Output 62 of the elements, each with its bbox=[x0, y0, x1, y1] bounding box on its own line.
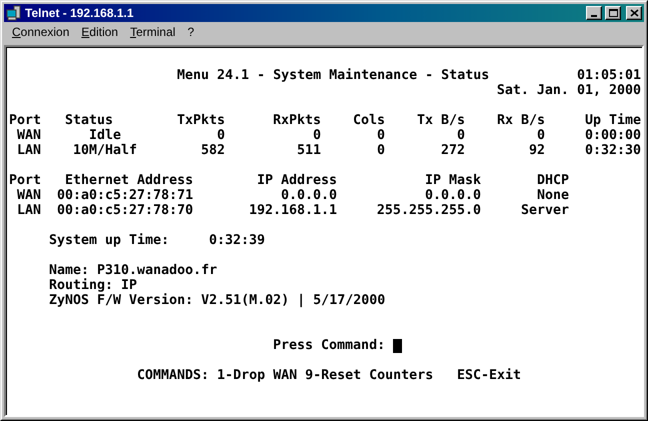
info-line: ZyNOS F/W Version: V2.51(M.02) | 5/17/2000 bbox=[49, 293, 386, 308]
text-cursor bbox=[393, 338, 402, 352]
table-cell: 0 bbox=[536, 128, 545, 143]
date-text: Sat. Jan. 01, 2000 bbox=[496, 83, 641, 98]
table-cell: 0.0.0.0 bbox=[280, 188, 337, 203]
column-header: Tx B/s bbox=[416, 113, 465, 128]
uptime-value: 0:32:39 bbox=[209, 233, 266, 248]
table-cell: 10M/Half bbox=[72, 143, 138, 158]
table-cell: Server bbox=[520, 203, 569, 218]
table-cell: 0:32:30 bbox=[584, 143, 641, 158]
table-cell: 255.255.255.0 bbox=[376, 203, 481, 218]
table-cell: 511 bbox=[296, 143, 321, 158]
table-cell: LAN bbox=[17, 143, 42, 158]
table-cell: 0 bbox=[376, 143, 385, 158]
table-cell: 0 bbox=[312, 128, 321, 143]
table-cell: Idle bbox=[88, 128, 122, 143]
column-header: TxPkts bbox=[176, 113, 225, 128]
column-header: Port bbox=[9, 113, 42, 128]
command-hint: COMMANDS: 1-Drop WAN 9-Reset Counters bbox=[137, 368, 434, 383]
table-cell: WAN bbox=[17, 128, 42, 143]
table-cell: 0 bbox=[456, 128, 465, 143]
table-cell: None bbox=[536, 188, 569, 203]
table-cell: 00:a0:c5:27:78:70 bbox=[57, 203, 194, 218]
computer-icon bbox=[6, 5, 22, 21]
column-header: Status bbox=[65, 113, 114, 128]
command-hint: ESC-Exit bbox=[457, 368, 522, 383]
menu-heading: Menu 24.1 - System Maintenance - Status bbox=[177, 68, 490, 83]
window-title: Telnet - 192.168.1.1 bbox=[25, 6, 135, 20]
uptime-label: System up Time: bbox=[49, 233, 170, 248]
clock-time: 01:05:01 bbox=[576, 68, 641, 83]
menu-item[interactable]: Connexion bbox=[6, 24, 76, 40]
menu-item[interactable]: Edition bbox=[75, 24, 124, 40]
info-line: Routing: IP bbox=[49, 278, 138, 293]
menu-item[interactable]: Terminal bbox=[124, 24, 182, 40]
info-line: Name: P310.wanadoo.fr bbox=[49, 263, 218, 278]
column-header: RxPkts bbox=[272, 113, 321, 128]
column-header: Port bbox=[9, 173, 42, 188]
column-header: IP Mask bbox=[424, 173, 481, 188]
column-header: Cols bbox=[352, 113, 385, 128]
column-header: Rx B/s bbox=[496, 113, 545, 128]
column-header: IP Address bbox=[256, 173, 337, 188]
column-header: Up Time bbox=[584, 113, 641, 128]
table-cell: 582 bbox=[200, 143, 225, 158]
table-cell: LAN bbox=[17, 203, 42, 218]
table-cell: 192.168.1.1 bbox=[248, 203, 337, 218]
table-cell: 0 bbox=[216, 128, 225, 143]
table-cell: 0:00:00 bbox=[584, 128, 641, 143]
close-icon bbox=[630, 9, 638, 17]
table-cell: 00:a0:c5:27:78:71 bbox=[57, 188, 194, 203]
table-cell: 0.0.0.0 bbox=[424, 188, 481, 203]
table-cell: WAN bbox=[17, 188, 42, 203]
table-cell: 272 bbox=[440, 143, 465, 158]
maximize-button[interactable] bbox=[605, 6, 621, 20]
column-header: DHCP bbox=[536, 173, 569, 188]
close-button[interactable] bbox=[626, 6, 642, 20]
column-header: Ethernet Address bbox=[65, 173, 194, 188]
table-cell: 92 bbox=[528, 143, 545, 158]
minimize-button[interactable] bbox=[586, 6, 602, 20]
table-cell: 0 bbox=[376, 128, 385, 143]
menu-item[interactable]: ? bbox=[181, 24, 200, 40]
maximize-icon bbox=[608, 9, 618, 17]
command-prompt: Press Command: bbox=[273, 338, 386, 353]
